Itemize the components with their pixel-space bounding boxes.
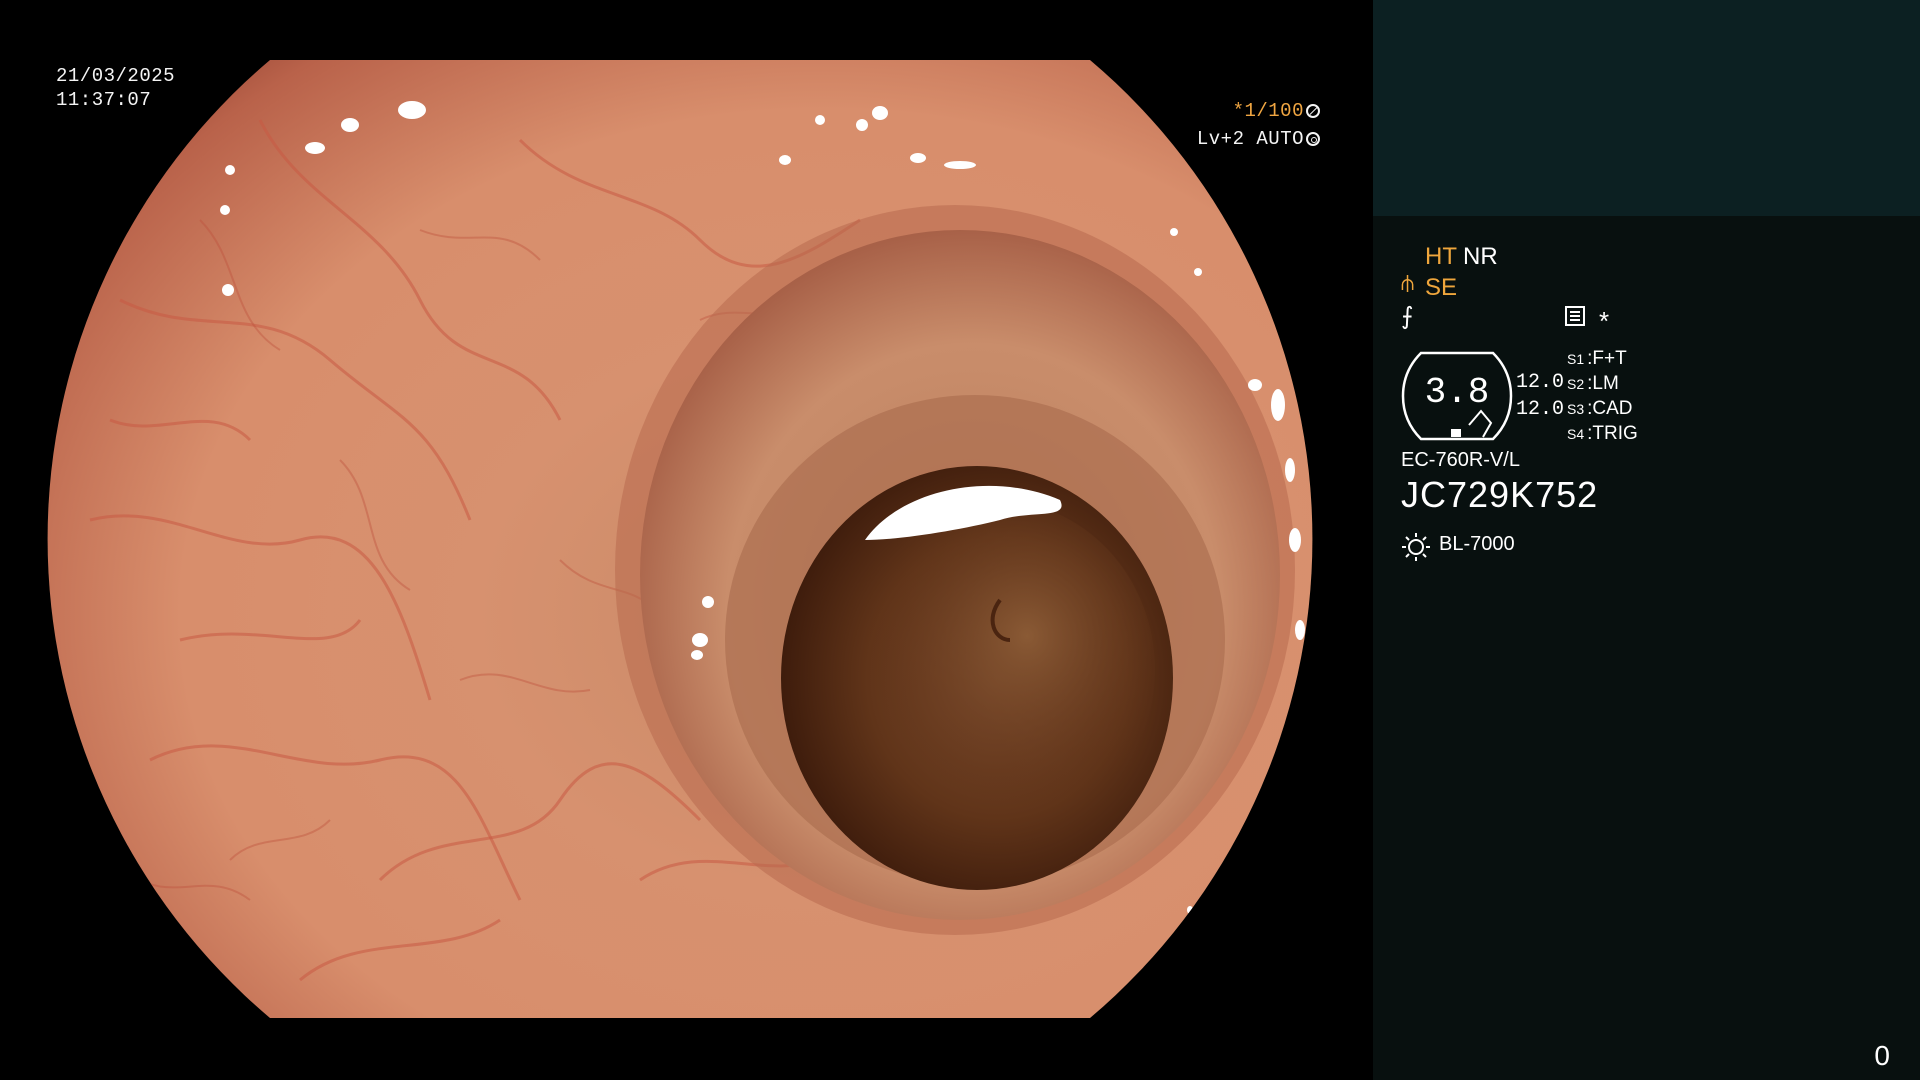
datetime-overlay: 21/03/2025 11:37:07 — [56, 64, 175, 112]
nr-indicator: NR — [1463, 243, 1498, 270]
menu-icon — [1565, 306, 1585, 326]
asterisk-icon: * — [1599, 306, 1610, 336]
light-source-icon — [1402, 533, 1430, 561]
gauge-value: 3.8 — [1424, 372, 1490, 413]
switch-s3: S3:CAD — [1567, 398, 1633, 419]
ht-indicator: HT — [1425, 243, 1457, 270]
shutter-icon — [1306, 104, 1320, 118]
colon-lumen-image — [47, 60, 1313, 1018]
iris-icon — [1306, 132, 1320, 146]
date-text: 21/03/2025 — [56, 65, 176, 87]
switch-s1: S1:F+T — [1567, 348, 1627, 369]
frame-counter: 0 — [1874, 1040, 1890, 1071]
se-indicator: SE — [1425, 274, 1458, 301]
info-panel: HT NR ⫛ SE ⨍ * 3.8 12.0 12.0 S1:F+T S2:L… — [1373, 0, 1920, 1080]
switch-s4: S4:TRIG — [1567, 423, 1638, 444]
endoscope-view: 21/03/2025 11:37:07 *1/100 Lv+2 AUTO — [0, 0, 1372, 1080]
setting-value-2: 12.0 — [1516, 398, 1565, 421]
structure-enhance-icon: ⫛ — [1401, 270, 1415, 295]
time-text: 11:37:07 — [56, 89, 152, 111]
light-source-label: BL-7000 — [1439, 533, 1515, 555]
scope-model: EC-760R-V/L — [1401, 449, 1520, 471]
switch-s2: S2:LM — [1567, 373, 1619, 394]
shutter-text: *1/100 — [1232, 100, 1304, 122]
setting-value-1: 12.0 — [1516, 371, 1565, 394]
brightness-readout: Lv+2 AUTO — [1197, 127, 1320, 151]
shutter-readout: *1/100 — [1233, 99, 1320, 123]
level-text: Lv+2 AUTO — [1196, 128, 1304, 150]
panel-header-area — [1373, 0, 1920, 216]
scope-serial: JC729K752 — [1401, 474, 1599, 515]
color-mode-icon: ⨍ — [1401, 303, 1414, 330]
